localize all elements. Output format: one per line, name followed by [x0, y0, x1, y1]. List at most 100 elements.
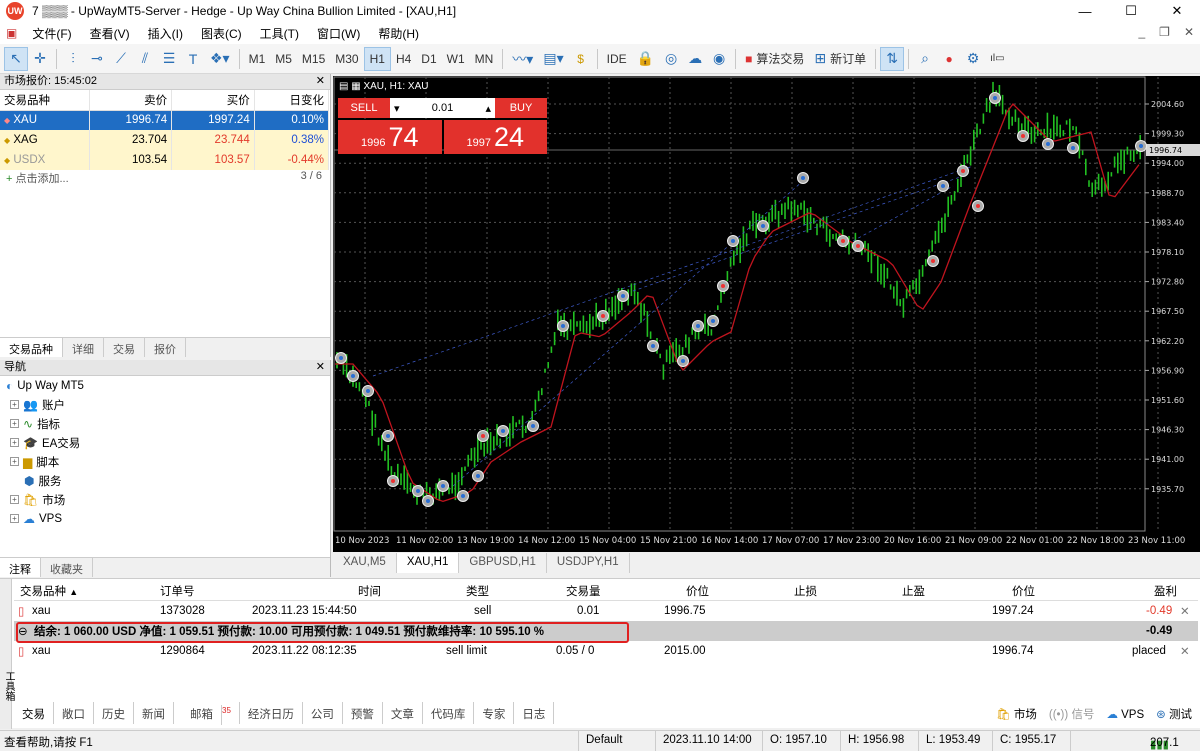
- nav-accounts[interactable]: + 👥 账户: [0, 395, 330, 414]
- tab-usdjpy-h1[interactable]: USDJPY,H1: [547, 553, 630, 573]
- fibonacci-tool-icon[interactable]: ☰: [157, 47, 181, 71]
- table-row[interactable]: ◆ XAG 23.704 23.744 0.38%: [0, 130, 330, 150]
- templates-icon[interactable]: ▤▾: [538, 47, 568, 71]
- app-menu-icon[interactable]: ▣: [6, 26, 17, 40]
- tf-h4[interactable]: H4: [391, 47, 416, 71]
- signal-icon[interactable]: ◎: [659, 47, 683, 71]
- tab-history[interactable]: 历史: [94, 702, 134, 724]
- tab-favorites[interactable]: 收藏夹: [41, 558, 93, 577]
- nav-root[interactable]: ◐ Up Way MT5: [0, 376, 330, 395]
- market-link[interactable]: 🛍 市场: [996, 706, 1037, 722]
- tab-codebase[interactable]: 代码库: [423, 702, 475, 724]
- status-profile[interactable]: Default: [586, 734, 622, 746]
- col-volume[interactable]: 交易量: [566, 583, 601, 599]
- col-price[interactable]: 价位: [686, 583, 709, 599]
- close-icon[interactable]: ✕: [316, 360, 325, 375]
- dollar-icon[interactable]: $: [569, 47, 593, 71]
- tab-news[interactable]: 新闻: [134, 702, 174, 724]
- text-tool-icon[interactable]: T: [181, 47, 205, 71]
- tf-mn[interactable]: MN: [470, 47, 499, 71]
- channel-tool-icon[interactable]: ⫽: [133, 47, 157, 71]
- signals-link[interactable]: ((•)) 信号: [1049, 706, 1095, 722]
- mdi-minimize-icon[interactable]: _: [1138, 25, 1145, 39]
- tab-details[interactable]: 详细: [63, 338, 104, 357]
- delete-order-icon[interactable]: ✕: [1180, 644, 1190, 658]
- col-symbol[interactable]: 交易品种: [0, 90, 90, 111]
- tf-m1[interactable]: M1: [244, 47, 271, 71]
- indicators-icon[interactable]: 〰▾: [507, 47, 538, 71]
- tab-alerts[interactable]: 预警: [343, 702, 383, 724]
- vps-link[interactable]: ☁ VPS: [1106, 707, 1144, 721]
- tab-calendar[interactable]: 经济日历: [240, 702, 303, 724]
- col-change[interactable]: 日变化: [254, 90, 330, 111]
- col-bid[interactable]: 卖价: [89, 90, 173, 111]
- tab-trade[interactable]: 交易: [14, 702, 54, 724]
- tf-h1[interactable]: H1: [363, 46, 391, 71]
- table-row[interactable]: ◆ XAU 1996.74 1997.24 0.10%: [0, 110, 330, 130]
- table-row[interactable]: ▯ xau 1290864 2023.11.22 08:12:35 sell l…: [14, 641, 1198, 661]
- col-profit[interactable]: 盈利: [1154, 583, 1177, 599]
- ask-price[interactable]: 1997 24: [443, 120, 547, 154]
- tab-symbols[interactable]: 交易品种: [0, 338, 63, 357]
- col-sl[interactable]: 止损: [794, 583, 817, 599]
- depth-icon[interactable]: ⇅: [880, 46, 905, 71]
- tf-m15[interactable]: M15: [297, 47, 330, 71]
- tf-m30[interactable]: M30: [330, 47, 363, 71]
- nav-indicators[interactable]: + ∿ 指标: [0, 414, 330, 433]
- nav-experts[interactable]: + 🎓 EA交易: [0, 433, 330, 452]
- horizontal-line-icon[interactable]: ⊸: [85, 47, 109, 71]
- nav-market[interactable]: + 🛍 市场: [0, 490, 330, 509]
- maximize-button[interactable]: ☐: [1108, 0, 1154, 22]
- minimize-button[interactable]: —: [1062, 0, 1108, 22]
- mdi-close-icon[interactable]: ✕: [1184, 25, 1194, 39]
- vertical-line-icon[interactable]: ⫶: [61, 47, 85, 71]
- ide-button[interactable]: IDE: [602, 47, 632, 71]
- tab-xau-m5[interactable]: XAU,M5: [333, 553, 397, 573]
- settings-icon[interactable]: ⚙: [961, 47, 985, 71]
- tab-trading[interactable]: 交易: [104, 338, 145, 357]
- col-time[interactable]: 时间: [358, 583, 381, 599]
- tf-d1[interactable]: D1: [416, 47, 441, 71]
- col-ask[interactable]: 买价: [171, 90, 255, 111]
- col-current-price[interactable]: 价位: [1012, 583, 1035, 599]
- globe-icon[interactable]: ◉: [707, 47, 731, 71]
- col-symbol[interactable]: 交易品种 ▲: [20, 583, 78, 599]
- close-position-icon[interactable]: ✕: [1180, 604, 1190, 618]
- table-row[interactable]: ◆ USDX 103.54 103.57 -0.44%: [0, 150, 330, 170]
- sell-button[interactable]: SELL: [338, 98, 390, 118]
- notification-icon[interactable]: ●: [937, 47, 961, 71]
- price-chart[interactable]: 2004.60 1999.30 1994.00 1988.70 1983.40 1978.…: [333, 76, 1200, 552]
- search-icon[interactable]: ⌕: [913, 47, 937, 71]
- tab-experts[interactable]: 专家: [474, 702, 515, 724]
- add-symbol[interactable]: + 点击添加... 3 / 6: [0, 170, 330, 190]
- tab-gbpusd-h1[interactable]: GBPUSD,H1: [459, 553, 547, 573]
- cloud-icon[interactable]: ☁: [683, 47, 707, 71]
- close-button[interactable]: ✕: [1154, 0, 1200, 22]
- menu-window[interactable]: 窗口(W): [308, 25, 369, 42]
- col-type[interactable]: 类型: [466, 583, 489, 599]
- menu-insert[interactable]: 插入(I): [139, 25, 192, 42]
- tab-company[interactable]: 公司: [303, 702, 343, 724]
- mdi-restore-icon[interactable]: ❐: [1159, 25, 1170, 39]
- buy-button[interactable]: BUY: [495, 98, 547, 118]
- tab-journal[interactable]: 日志: [514, 702, 555, 724]
- tester-link[interactable]: ⊛ 测试: [1156, 706, 1192, 722]
- tab-exposure[interactable]: 敞口: [54, 702, 94, 724]
- menu-chart[interactable]: 图表(C): [192, 25, 251, 42]
- menu-view[interactable]: 查看(V): [81, 25, 139, 42]
- tf-m5[interactable]: M5: [270, 47, 297, 71]
- tab-common[interactable]: 注释: [0, 558, 41, 577]
- col-tp[interactable]: 止盈: [902, 583, 925, 599]
- algo-trading-button[interactable]: ■ 算法交易: [740, 47, 809, 71]
- nav-services[interactable]: ⬢ 服务: [0, 471, 330, 490]
- tab-xau-h1[interactable]: XAU,H1: [396, 553, 460, 573]
- table-row[interactable]: ▯ xau 1373028 2023.11.23 15:44:50 sell 0…: [14, 601, 1198, 621]
- nav-vps[interactable]: + ☁ VPS: [0, 509, 330, 528]
- lot-increase-icon[interactable]: ▴: [485, 102, 491, 115]
- shapes-tool-icon[interactable]: ❖▾: [205, 47, 235, 71]
- nav-scripts[interactable]: + ▆ 脚本: [0, 452, 330, 471]
- crosshair-tool-icon[interactable]: ✛: [28, 47, 52, 71]
- tab-articles[interactable]: 文章: [383, 702, 423, 724]
- cursor-tool-icon[interactable]: ↖: [4, 46, 28, 71]
- menu-help[interactable]: 帮助(H): [369, 25, 428, 42]
